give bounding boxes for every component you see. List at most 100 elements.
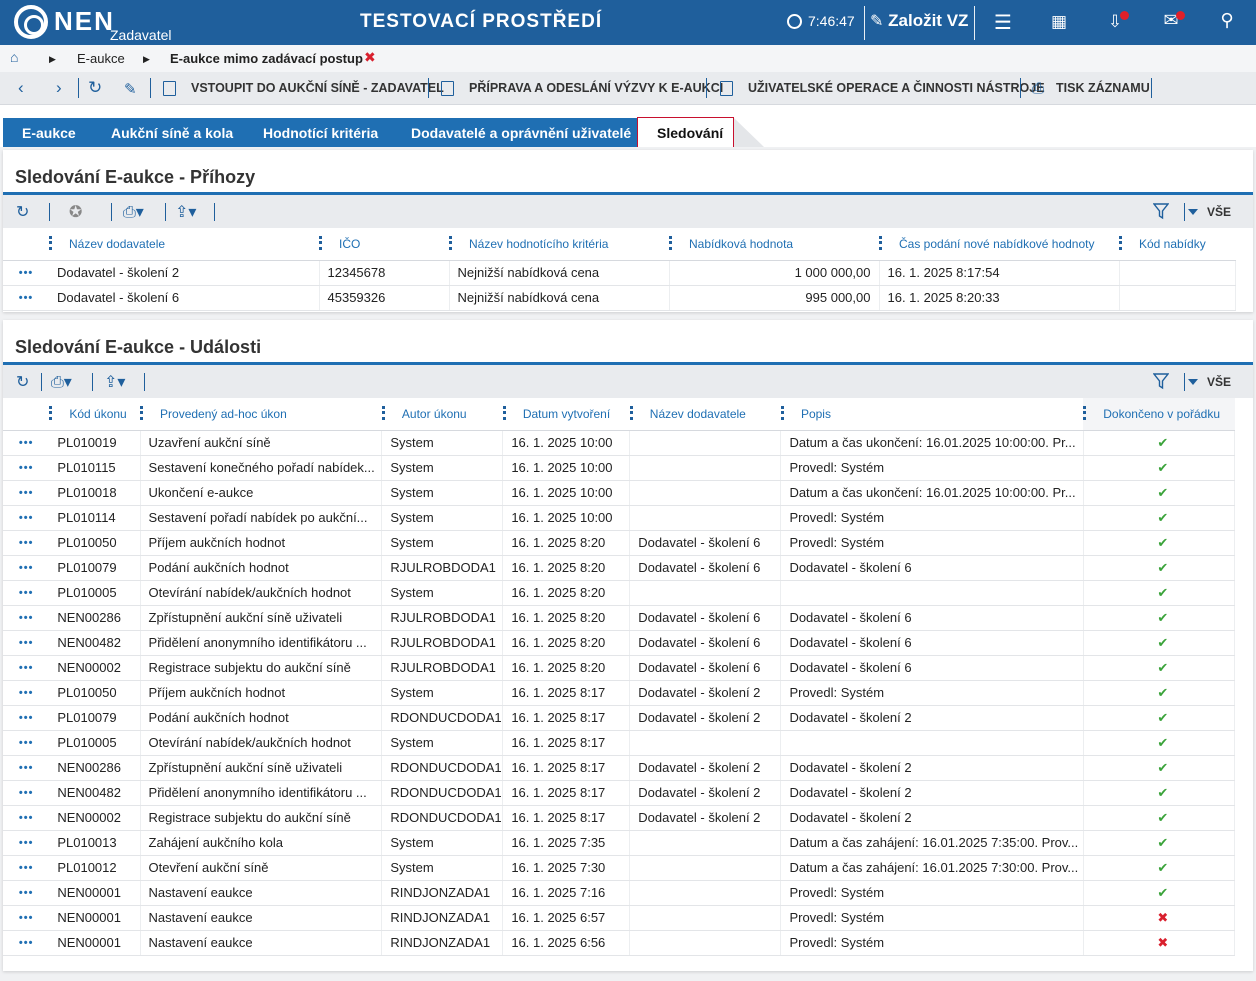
user-operations-button[interactable]: UŽIVATELSKÉ OPERACE A ČINNOSTI NÁSTROJE (748, 81, 1045, 95)
filter-scope[interactable]: VŠE (1207, 375, 1231, 389)
pencil-icon[interactable]: ✎ (124, 80, 137, 98)
create-vz-button[interactable]: ✎ Založit VZ (870, 11, 968, 31)
row-menu-icon[interactable]: ••• (3, 930, 50, 956)
table-row[interactable]: ••• NEN00482 Přidělení anonymního identifi… (3, 630, 1236, 656)
chevron-down-icon[interactable] (1188, 209, 1198, 215)
refresh-icon[interactable]: ↻ (16, 372, 29, 392)
row-menu-icon[interactable]: ••• (3, 555, 50, 581)
row-menu-icon[interactable]: ••• (3, 905, 50, 931)
column-header[interactable]: Kód nabídky (1119, 228, 1235, 261)
drag-handle-icon[interactable] (502, 406, 506, 420)
print-menu-icon[interactable]: ⎙▾ (51, 372, 72, 392)
table-row[interactable]: ••• PL010079 Podání aukčních hodnot RDONDUC… (3, 705, 1236, 731)
row-menu-icon[interactable]: ••• (3, 780, 50, 806)
table-row[interactable]: ••• Dodavatel - školení 6 45359326 Nejnižší… (3, 285, 1236, 311)
tab-auction-rooms[interactable]: Aukční síně a kola (93, 118, 245, 147)
table-row[interactable]: ••• PL010018 Ukončení e-aukce System 16. 1. … (3, 480, 1236, 506)
drag-handle-icon[interactable] (319, 236, 322, 250)
table-row[interactable]: ••• NEN00002 Registrace subjektu do aukční… (3, 805, 1236, 831)
column-header[interactable]: Název hodnotícího kritéria (449, 228, 669, 261)
filter-icon[interactable] (1153, 203, 1169, 220)
table-row[interactable]: ••• PL010012 Otevření aukční síně System 16.… (3, 855, 1236, 881)
row-menu-icon[interactable]: ••• (3, 580, 50, 606)
drag-handle-icon[interactable] (879, 236, 882, 250)
table-row[interactable]: ••• PL010013 Zahájení aukčního kola System 1… (3, 830, 1236, 856)
row-menu-icon[interactable]: ••• (3, 505, 50, 531)
row-menu-icon[interactable]: ••• (3, 530, 50, 556)
column-header[interactable]: Kód úkonu (49, 398, 141, 431)
tab-criteria[interactable]: Hodnotící kritéria (245, 118, 393, 147)
row-menu-icon[interactable]: ••• (3, 260, 49, 286)
column-header[interactable]: Nabídková hodnota (669, 228, 879, 261)
prepare-invitation-button[interactable]: PŘÍPRAVA A ODESLÁNÍ VÝZVY K E-AUKCI (469, 81, 723, 95)
drag-handle-icon[interactable] (449, 236, 452, 250)
tab-e-aukce[interactable]: E-aukce (3, 118, 93, 147)
table-row[interactable]: ••• NEN00002 Registrace subjektu do aukční… (3, 655, 1236, 681)
drag-handle-icon[interactable] (1119, 236, 1122, 250)
column-header[interactable]: Autor úkonu (381, 398, 503, 431)
back-icon[interactable]: ‹ (18, 78, 24, 98)
drag-handle-icon[interactable] (49, 236, 52, 250)
column-header[interactable]: Dokončeno v pořádku (1083, 398, 1235, 431)
row-menu-icon[interactable]: ••• (3, 480, 50, 506)
user-icon[interactable]: ⚲ (1214, 10, 1240, 31)
chevron-down-icon[interactable] (1188, 379, 1198, 385)
enter-auction-room-button[interactable]: VSTOUPIT DO AUKČNÍ SÍNĚ - ZADAVATEL (191, 81, 444, 95)
drag-handle-icon[interactable] (381, 406, 385, 420)
calendar-icon[interactable]: ▦ (1046, 12, 1072, 32)
row-menu-icon[interactable]: ••• (3, 630, 50, 656)
column-header[interactable]: Název dodavatele (629, 398, 781, 431)
table-row[interactable]: ••• PL010050 Příjem aukčních hodnot System 1… (3, 680, 1236, 706)
table-row[interactable]: ••• NEN00001 Nastavení eaukce RINDJONZADA1 1… (3, 880, 1236, 906)
table-row[interactable]: ••• PL010114 Sestavení pořadí nabídek po a… (3, 505, 1236, 531)
drag-handle-icon[interactable] (49, 406, 53, 420)
drag-handle-icon[interactable] (1083, 406, 1087, 420)
row-menu-icon[interactable]: ••• (3, 455, 50, 481)
row-menu-icon[interactable]: ••• (3, 605, 50, 631)
row-menu-icon[interactable]: ••• (3, 705, 50, 731)
drag-handle-icon[interactable] (780, 406, 784, 420)
column-header[interactable]: Datum vytvoření (502, 398, 630, 431)
home-icon[interactable]: ⌂ (10, 49, 18, 65)
award-icon[interactable]: ✪ (69, 202, 82, 222)
table-row[interactable]: ••• NEN00286 Zpřístupnění aukční síně uživ… (3, 605, 1236, 631)
print-menu-icon[interactable]: ⎙▾ (123, 202, 144, 222)
drag-handle-icon[interactable] (669, 236, 672, 250)
row-menu-icon[interactable]: ••• (3, 430, 50, 456)
menu-icon[interactable]: ☰ (990, 10, 1016, 35)
row-menu-icon[interactable]: ••• (3, 285, 49, 311)
breadcrumb-item[interactable]: E-aukce (77, 51, 125, 66)
drag-handle-icon[interactable] (629, 406, 633, 420)
column-header[interactable]: Čas podání nové nabídkové hodnoty (879, 228, 1119, 261)
table-row[interactable]: ••• PL010115 Sestavení konečného pořadí na… (3, 455, 1236, 481)
table-row[interactable]: ••• NEN00286 Zpřístupnění aukční síně uživ… (3, 755, 1236, 781)
export-menu-icon[interactable]: ⇪▾ (175, 202, 196, 222)
row-menu-icon[interactable]: ••• (3, 730, 50, 756)
export-menu-icon[interactable]: ⇪▾ (104, 372, 125, 392)
table-row[interactable]: ••• NEN00001 Nastavení eaukce RINDJONZADA1 1… (3, 905, 1236, 931)
filter-icon[interactable] (1153, 373, 1169, 390)
column-header[interactable]: Popis (780, 398, 1084, 431)
table-row[interactable]: ••• PL010050 Příjem aukčních hodnot System 1… (3, 530, 1236, 556)
tab-monitoring[interactable]: Sledování (637, 117, 734, 147)
table-row[interactable]: ••• PL010005 Otevírání nabídek/aukčních ho… (3, 580, 1236, 606)
table-row[interactable]: ••• PL010079 Podání aukčních hodnot RJULROB… (3, 555, 1236, 581)
table-row[interactable]: ••• PL010005 Otevírání nabídek/aukčních ho… (3, 730, 1236, 756)
row-menu-icon[interactable]: ••• (3, 805, 50, 831)
table-row[interactable]: ••• PL010019 Uzavření aukční síně System 16.… (3, 430, 1236, 456)
row-menu-icon[interactable]: ••• (3, 680, 50, 706)
column-header[interactable]: Provedený ad-hoc úkon (140, 398, 382, 431)
column-header[interactable]: IČO (319, 228, 449, 261)
refresh-icon[interactable]: ↻ (88, 78, 102, 98)
row-menu-icon[interactable]: ••• (3, 755, 50, 781)
refresh-icon[interactable]: ↻ (16, 202, 29, 222)
row-menu-icon[interactable]: ••• (3, 655, 50, 681)
close-icon[interactable]: ✖ (364, 49, 376, 66)
table-row[interactable]: ••• Dodavatel - školení 2 12345678 Nejnižší… (3, 260, 1236, 286)
print-record-button[interactable]: TISK ZÁZNAMU (1056, 81, 1150, 95)
row-menu-icon[interactable]: ••• (3, 830, 50, 856)
filter-scope[interactable]: VŠE (1207, 205, 1231, 219)
column-header[interactable]: Název dodavatele (49, 228, 319, 261)
forward-icon[interactable]: › (56, 78, 62, 98)
table-row[interactable]: ••• NEN00482 Přidělení anonymního identifi… (3, 780, 1236, 806)
